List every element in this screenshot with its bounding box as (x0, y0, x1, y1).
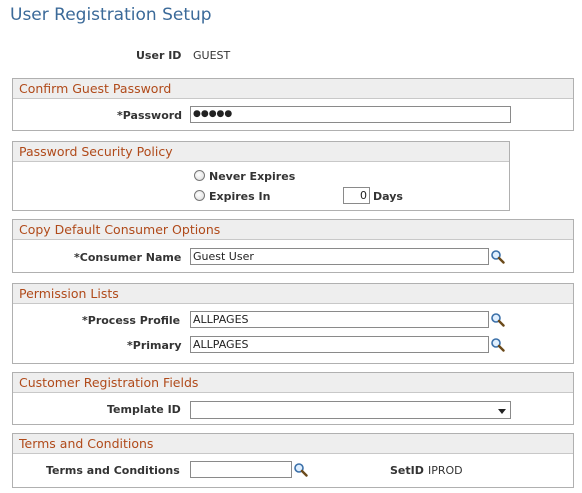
terms-label: Terms and Conditions (46, 464, 180, 477)
chevron-down-icon[interactable] (498, 409, 506, 414)
template-id-select[interactable] (190, 401, 511, 419)
never-expires-label: Never Expires (209, 170, 296, 183)
process-profile-label: *Process Profile (82, 314, 181, 327)
primary-lookup-icon[interactable] (490, 337, 505, 352)
user-id-value: GUEST (193, 49, 231, 62)
consumer-name-input[interactable]: Guest User (190, 248, 489, 265)
terms-lookup-icon[interactable] (293, 462, 308, 477)
registration-fields-header: Customer Registration Fields (13, 373, 573, 393)
days-label: Days (373, 190, 403, 203)
page-title: User Registration Setup (10, 5, 212, 25)
template-id-label: Template ID (107, 403, 181, 416)
terms-header: Terms and Conditions (13, 434, 573, 454)
confirm-password-header: Confirm Guest Password (13, 79, 573, 99)
expires-in-radio[interactable] (194, 190, 205, 201)
consumer-options-header: Copy Default Consumer Options (13, 220, 573, 240)
process-profile-input[interactable]: ALLPAGES (190, 311, 489, 328)
user-id-label: User ID (136, 49, 182, 62)
consumer-name-lookup-icon[interactable] (490, 249, 505, 264)
setid-label: SetID (390, 464, 424, 477)
consumer-name-label: *Consumer Name (74, 251, 182, 264)
confirm-password-section: Confirm Guest Password (12, 78, 574, 131)
password-field[interactable]: ●●●●● (190, 106, 511, 123)
primary-input[interactable]: ALLPAGES (190, 336, 489, 353)
primary-label: *Primary (127, 339, 182, 352)
password-label: *Password (117, 109, 183, 122)
security-policy-header: Password Security Policy (13, 142, 509, 162)
process-profile-lookup-icon[interactable] (490, 312, 505, 327)
setid-value: IPROD (428, 464, 463, 477)
terms-section: Terms and Conditions (12, 433, 574, 488)
expires-days-input[interactable]: 0 (343, 187, 370, 204)
expires-in-label: Expires In (209, 190, 271, 203)
terms-input[interactable] (190, 461, 292, 478)
permission-lists-header: Permission Lists (13, 284, 573, 304)
never-expires-radio[interactable] (194, 170, 205, 181)
